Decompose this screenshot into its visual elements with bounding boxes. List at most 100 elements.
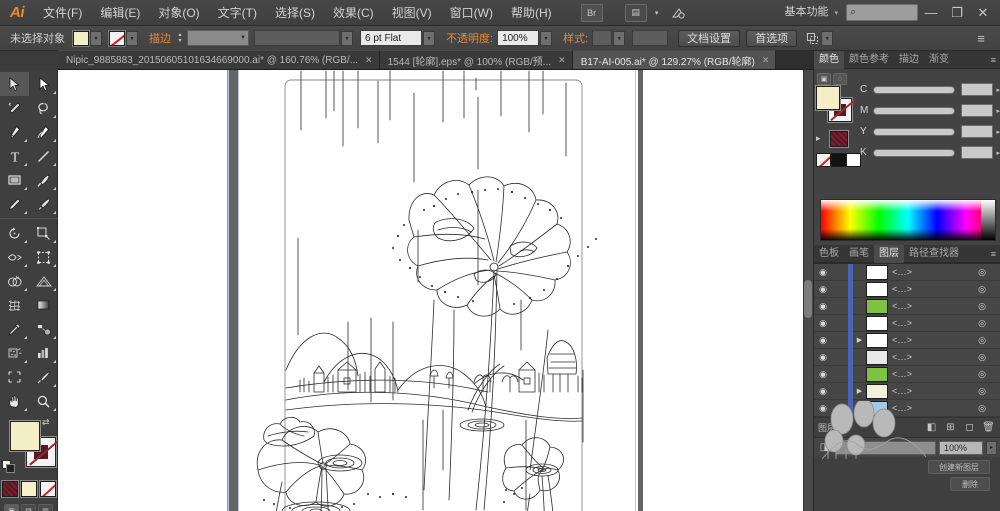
menu-window[interactable]: 窗口(W): [441, 0, 502, 26]
mesh-tool[interactable]: [0, 293, 29, 317]
layer-visibility-icon[interactable]: ◉: [814, 335, 832, 346]
color-panel-last-color-swatch[interactable]: [830, 131, 848, 147]
black-slider-track[interactable]: [873, 148, 956, 157]
make-clipping-mask-icon[interactable]: ◧: [924, 420, 939, 435]
layer-expand-icon[interactable]: ▶: [853, 336, 866, 344]
table-row[interactable]: ◉ <...> ◎: [814, 399, 1000, 417]
layers-panel-menu-icon[interactable]: ≡: [991, 249, 1000, 259]
stroke-weight-label[interactable]: 描边: [149, 30, 171, 46]
delete-layer-icon[interactable]: 🗑: [981, 420, 996, 435]
shape-builder-tool[interactable]: [0, 269, 29, 293]
curvature-tool[interactable]: [29, 120, 58, 144]
layer-target-icon[interactable]: ◎: [974, 369, 990, 380]
panel-tab-swatches[interactable]: 色板: [814, 245, 844, 263]
restore-button[interactable]: ❐: [944, 1, 970, 25]
table-row[interactable]: ◉ <...> ◎: [814, 365, 1000, 383]
stroke-weight-stepper[interactable]: ▴ ▾: [175, 30, 185, 46]
gradient-swatch-button[interactable]: [20, 481, 37, 497]
layer-visibility-icon[interactable]: ◉: [814, 352, 832, 363]
pencil-tool[interactable]: [0, 192, 29, 216]
layer-name[interactable]: <...>: [892, 335, 974, 345]
draw-normal-icon[interactable]: ▣: [4, 504, 19, 511]
transform-arrow-icon[interactable]: ▾: [821, 30, 834, 46]
none-color-swatch[interactable]: [816, 153, 831, 167]
artboard-tool[interactable]: [0, 365, 29, 389]
rectangle-tool[interactable]: [0, 168, 29, 192]
bottom-field[interactable]: [835, 440, 936, 455]
stroke-dropdown-arrow-icon[interactable]: ▾: [126, 30, 138, 46]
draw-inside-icon[interactable]: ▥: [38, 504, 53, 511]
perspective-grid-tool[interactable]: [29, 269, 58, 293]
magic-wand-tool[interactable]: [0, 96, 29, 120]
stock-icon[interactable]: [668, 4, 688, 22]
doc-tab-2[interactable]: 1544 [轮廓].eps* @ 100% (RGB/预... ✕: [379, 50, 573, 69]
vertical-scroll-thumb[interactable]: [804, 280, 812, 318]
workspace-arrow-icon[interactable]: ▾: [834, 9, 846, 17]
cyan-slider-track[interactable]: [873, 85, 956, 94]
black-color-swatch[interactable]: [831, 153, 846, 167]
menu-effect[interactable]: 效果(C): [324, 0, 383, 26]
table-row[interactable]: ◉ <...> ◎: [814, 297, 1000, 315]
opacity-dropdown-arrow-icon[interactable]: ▾: [540, 30, 553, 46]
color-panel-menu-icon[interactable]: ≡: [991, 55, 1000, 65]
brush-definition-field[interactable]: 6 pt Flat: [360, 30, 422, 46]
eyedropper-tool[interactable]: [0, 317, 29, 341]
magenta-stepper-icon[interactable]: ▸: [996, 107, 1000, 115]
doc-tab-3-close-icon[interactable]: ✕: [762, 55, 770, 66]
stroke-indicator-icon[interactable]: ◌: [833, 73, 847, 85]
layer-name[interactable]: <...>: [892, 318, 974, 328]
layer-name[interactable]: <...>: [892, 369, 974, 379]
panel-tab-stroke[interactable]: 描边: [894, 51, 924, 69]
table-row[interactable]: ◉ <...> ◎: [814, 348, 1000, 366]
layer-target-icon[interactable]: ◎: [974, 352, 990, 363]
layer-visibility-icon[interactable]: ◉: [814, 369, 832, 380]
layer-name[interactable]: <...>: [892, 284, 974, 294]
white-black-ramp[interactable]: [981, 200, 995, 240]
swap-fill-stroke-icon[interactable]: ⇄: [42, 417, 54, 429]
menu-select[interactable]: 选择(S): [266, 0, 324, 26]
none-swatch-button[interactable]: [39, 481, 56, 497]
hand-tool[interactable]: [0, 389, 29, 413]
rotate-tool[interactable]: [0, 221, 29, 245]
layer-name[interactable]: <...>: [892, 403, 974, 413]
selection-tool[interactable]: [0, 72, 29, 96]
layer-name[interactable]: <...>: [892, 352, 974, 362]
pen-tool[interactable]: [0, 120, 29, 144]
layer-name[interactable]: <...>: [892, 267, 974, 277]
fill-color-box[interactable]: [10, 421, 40, 451]
layer-visibility-icon[interactable]: ◉: [814, 267, 832, 278]
doc-tab-1[interactable]: Nipic_9885883_20150605101634669000.ai* @…: [58, 50, 380, 69]
preferences-button[interactable]: 首选项: [746, 29, 798, 47]
opacity-field[interactable]: 100%: [497, 30, 540, 46]
layer-visibility-icon[interactable]: ◉: [814, 284, 832, 295]
canvas-vertical-scrollbar[interactable]: [803, 70, 813, 511]
type-tool[interactable]: T: [0, 144, 29, 168]
layer-visibility-icon[interactable]: ◉: [814, 318, 832, 329]
direct-selection-tool[interactable]: [29, 72, 58, 96]
artwork-line-drawing[interactable]: [238, 70, 638, 511]
paintbrush-tool[interactable]: [29, 168, 58, 192]
table-row[interactable]: ◉ ▶ <...> ◎: [814, 382, 1000, 400]
stroke-profile-arrow-icon[interactable]: ▾: [341, 30, 353, 46]
draw-behind-icon[interactable]: ▤: [21, 504, 36, 511]
menu-edit[interactable]: 编辑(E): [91, 0, 149, 26]
arrange-dropdown-arrow-icon[interactable]: ▾: [652, 4, 662, 22]
fill-dropdown-arrow-icon[interactable]: ▾: [90, 30, 102, 46]
canvas-area[interactable]: [58, 70, 813, 511]
panel-tab-color-guide[interactable]: 颜色参考: [844, 51, 894, 69]
opacity-label[interactable]: 不透明度:: [446, 30, 493, 46]
fill-color-swatch[interactable]: [73, 30, 89, 46]
yellow-stepper-icon[interactable]: ▸: [996, 128, 1000, 136]
style-preview-field[interactable]: [632, 30, 669, 46]
layer-name[interactable]: <...>: [892, 301, 974, 311]
layer-visibility-icon[interactable]: ◉: [814, 386, 832, 397]
close-button[interactable]: ✕: [970, 1, 996, 25]
layer-target-icon[interactable]: ◎: [974, 284, 990, 295]
magenta-slider-track[interactable]: [873, 106, 956, 115]
yellow-value-field[interactable]: [961, 125, 994, 138]
panel-tab-layers[interactable]: 图层: [874, 244, 904, 263]
column-graph-tool[interactable]: [29, 341, 58, 365]
table-row[interactable]: ◉ ▶ <...> ◎: [814, 331, 1000, 349]
arrange-documents-icon[interactable]: ▤: [624, 3, 647, 22]
panel-tab-color[interactable]: 颜色: [814, 50, 844, 69]
